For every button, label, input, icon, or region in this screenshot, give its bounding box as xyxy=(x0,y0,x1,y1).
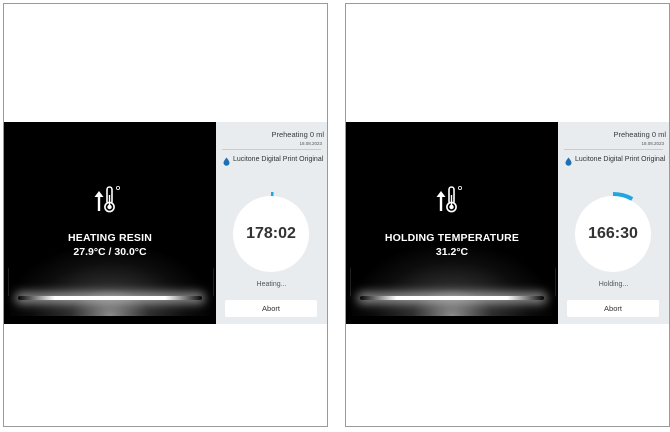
status-title: HEATING RESIN xyxy=(67,232,153,244)
thermometer-up-icon xyxy=(436,186,462,213)
resin-name: Lucitone Digital Print Original xyxy=(575,156,666,163)
resin-name: Lucitone Digital Print Original xyxy=(233,156,324,163)
status-title: HOLDING TEMPERATURE xyxy=(384,232,520,244)
preheating-label: Preheating 0 ml xyxy=(271,130,324,139)
timer-readout: 166:30 xyxy=(588,225,638,242)
drop-icon xyxy=(223,157,230,166)
divider xyxy=(222,149,321,150)
timer-readout: 178:02 xyxy=(246,225,296,242)
light-bar xyxy=(360,296,544,300)
date-label: 18.08.2023 xyxy=(641,141,664,146)
thermometer-up-icon xyxy=(94,186,120,213)
status-area: HOLDING TEMPERATURE 31.2°C xyxy=(346,122,558,324)
divider xyxy=(564,149,663,150)
device-frame-left: HEATING RESIN 27.9°C / 30.0°C Preheating… xyxy=(3,3,328,427)
control-panel: Preheating 0 ml 18.08.2023 Lucitone Digi… xyxy=(216,122,327,324)
temperature-readout: 31.2°C xyxy=(435,246,469,258)
device-screen: HEATING RESIN 27.9°C / 30.0°C Preheating… xyxy=(4,122,327,324)
phase-label: Heating... xyxy=(256,281,287,288)
device-screen: HOLDING TEMPERATURE 31.2°C Preheating 0 … xyxy=(346,122,669,324)
phase-label: Holding... xyxy=(598,281,629,288)
status-area: HEATING RESIN 27.9°C / 30.0°C xyxy=(4,122,216,324)
date-label: 18.08.2023 xyxy=(299,141,322,146)
preheating-label: Preheating 0 ml xyxy=(613,130,666,139)
drop-icon xyxy=(565,157,572,166)
temperature-readout: 27.9°C / 30.0°C xyxy=(73,246,147,258)
light-bar xyxy=(18,296,202,300)
device-frame-right: HOLDING TEMPERATURE 31.2°C Preheating 0 … xyxy=(345,3,670,427)
abort-button[interactable]: Abort xyxy=(567,300,659,317)
control-panel: Preheating 0 ml 18.08.2023 Lucitone Digi… xyxy=(558,122,669,324)
abort-button[interactable]: Abort xyxy=(225,300,317,317)
